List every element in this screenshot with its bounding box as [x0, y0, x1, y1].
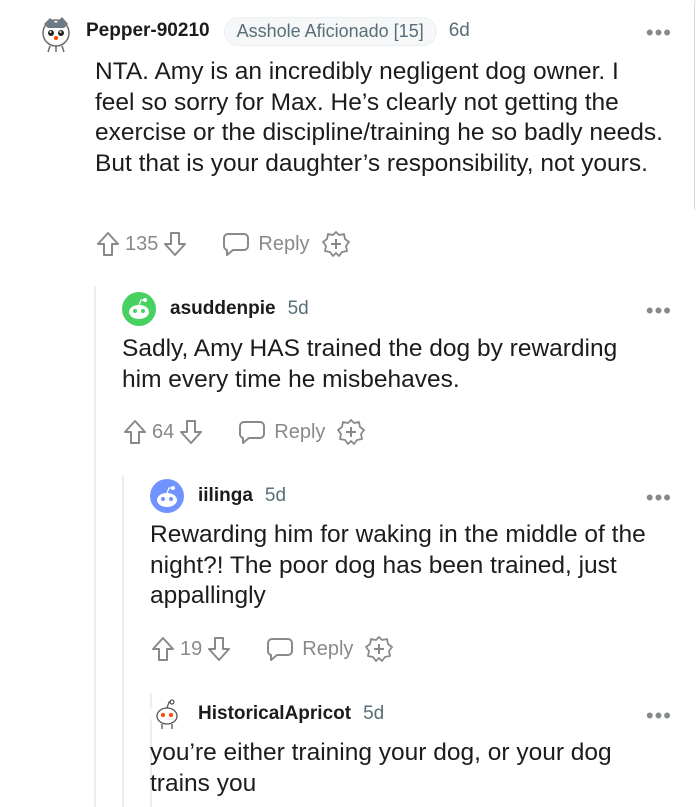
- upvote-icon[interactable]: [150, 635, 176, 663]
- award-icon[interactable]: [321, 230, 350, 258]
- vote-count: 64: [152, 420, 175, 443]
- reply-button[interactable]: Reply: [238, 419, 325, 445]
- comment-body: Rewarding him for waking in the middle o…: [150, 521, 646, 609]
- username[interactable]: Pepper-90210: [86, 20, 210, 42]
- username[interactable]: asuddenpie: [170, 298, 276, 320]
- user-flair: Asshole Aficionado [15]: [223, 16, 437, 46]
- reply-icon: [223, 233, 250, 256]
- more-options-icon[interactable]: •••: [646, 705, 672, 727]
- upvote-icon[interactable]: [122, 418, 148, 446]
- username[interactable]: iilinga: [198, 485, 253, 507]
- reply-button[interactable]: Reply: [266, 636, 353, 662]
- reply-button[interactable]: Reply: [222, 231, 310, 257]
- snoo-blue-icon[interactable]: [150, 479, 184, 513]
- comment-age: 6d: [448, 20, 470, 41]
- scrollbar[interactable]: [694, 0, 700, 210]
- snoo-white-icon[interactable]: [150, 697, 184, 731]
- thread-line[interactable]: [94, 286, 96, 807]
- snoo-green-icon[interactable]: [122, 292, 156, 326]
- comment-age: 5d: [363, 703, 385, 724]
- comment-age: 5d: [287, 298, 309, 319]
- comment-body: Sadly, Amy HAS trained the dog by reward…: [122, 335, 618, 393]
- comment-body: you’re either training your dog, or your…: [150, 739, 612, 797]
- more-options-icon[interactable]: •••: [646, 487, 672, 509]
- award-icon[interactable]: [365, 635, 394, 663]
- downvote-icon[interactable]: [162, 230, 188, 258]
- more-options-icon[interactable]: •••: [646, 300, 672, 322]
- vote-count: 135: [125, 232, 159, 255]
- snoo-gray-icon[interactable]: [38, 14, 72, 53]
- reply-icon: [267, 638, 294, 661]
- comment-body: NTA. Amy is an incredibly negligent dog …: [95, 58, 663, 177]
- reply-label: Reply: [258, 232, 310, 255]
- reply-label: Reply: [274, 420, 326, 443]
- downvote-icon[interactable]: [178, 418, 204, 446]
- reply-icon: [239, 421, 266, 444]
- upvote-icon[interactable]: [95, 230, 121, 258]
- thread-line[interactable]: [122, 475, 124, 807]
- more-options-icon[interactable]: •••: [646, 22, 672, 44]
- reply-label: Reply: [302, 637, 354, 660]
- downvote-icon[interactable]: [206, 635, 232, 663]
- comment-age: 5d: [264, 485, 287, 506]
- vote-count: 19: [180, 637, 203, 660]
- username[interactable]: HistoricalApricot: [198, 703, 351, 725]
- award-icon[interactable]: [337, 418, 366, 446]
